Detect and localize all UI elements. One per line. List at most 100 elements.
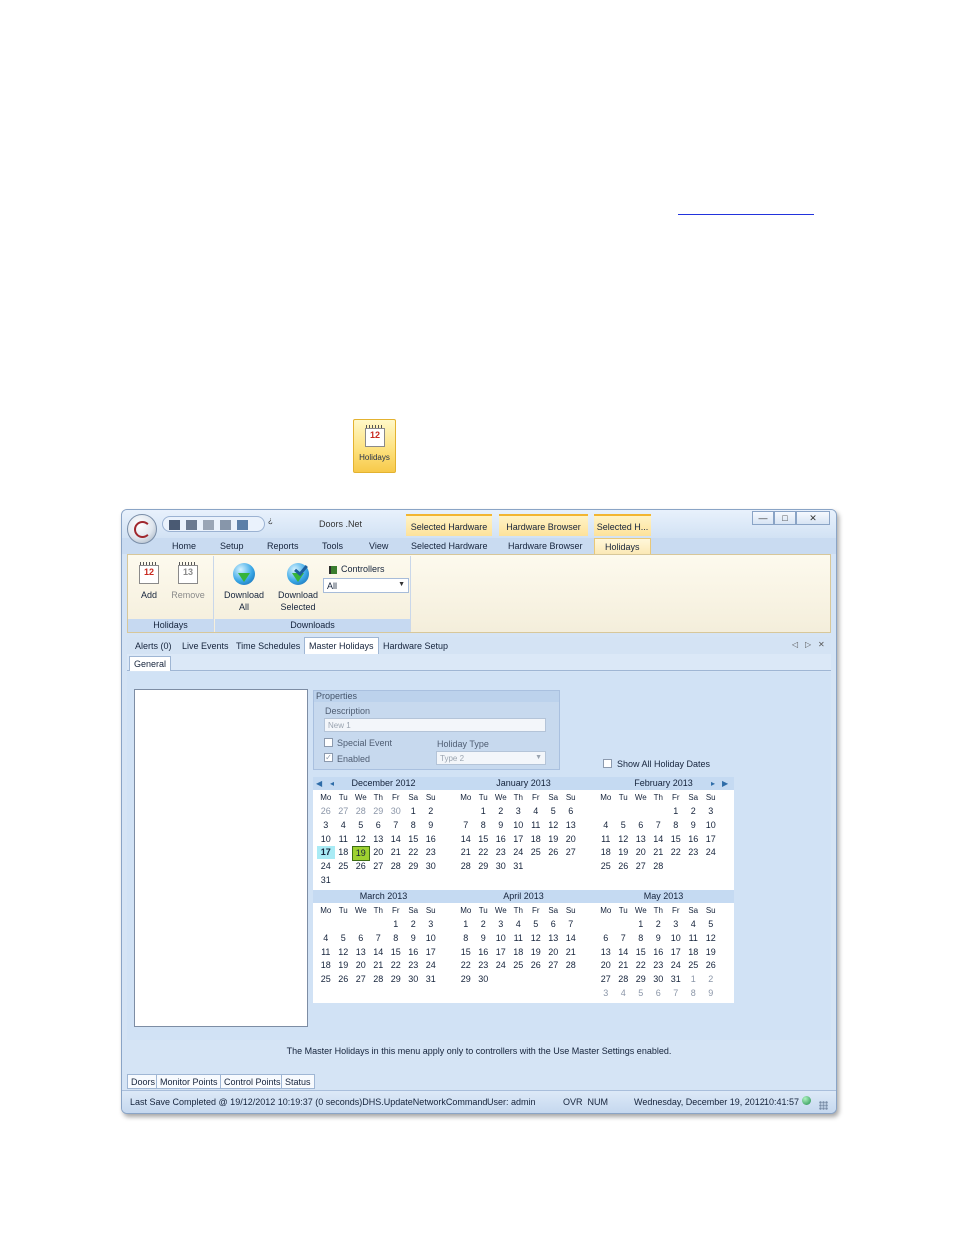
calendar-day[interactable]: 8 [685,987,703,1000]
close-tab-icon[interactable]: ✕ [818,640,825,649]
calendar-day[interactable]: 4 [685,918,703,931]
calendar-day[interactable]: 10 [702,819,720,832]
calendar-day[interactable]: 24 [702,846,720,859]
calendar-day[interactable]: 6 [352,932,370,945]
controllers-dropdown[interactable]: All ▼ [323,578,409,593]
calendar-day[interactable]: 22 [457,959,475,972]
calendar-day[interactable]: 5 [632,987,650,1000]
calendar-day[interactable]: 17 [422,946,440,959]
calendar-day[interactable]: 9 [685,819,703,832]
calendar-day[interactable]: 29 [457,973,475,986]
remove-holiday-button[interactable]: 13 Remove [168,558,208,604]
calendar-day[interactable]: 17 [317,846,335,860]
calendar-day[interactable]: 20 [562,833,580,846]
calendar-day[interactable]: 5 [615,819,633,832]
calendar-day[interactable]: 19 [702,946,720,959]
calendar-day[interactable]: 16 [685,833,703,846]
calendar-day[interactable]: 12 [615,833,633,846]
calendar-day[interactable]: 3 [492,918,510,931]
calendar-day[interactable]: 21 [615,959,633,972]
calendar-day[interactable]: 19 [545,833,563,846]
tab-hardware-setup[interactable]: Hardware Setup [383,641,448,651]
calendar-day[interactable]: 11 [510,932,528,945]
calendar-day[interactable]: 8 [387,932,405,945]
calendar-day[interactable]: 25 [685,959,703,972]
calendar-day[interactable]: 1 [667,805,685,818]
download-all-button[interactable]: Download All [219,558,269,616]
application-orb-button[interactable] [127,514,157,544]
calendar-day[interactable]: 12 [335,946,353,959]
calendar-day[interactable]: 17 [510,833,528,846]
special-event-checkbox[interactable] [324,738,333,747]
calendar-day[interactable]: 10 [667,932,685,945]
calendar-day[interactable]: 24 [317,860,335,873]
calendar-day[interactable]: 28 [615,973,633,986]
calendar-day[interactable]: 13 [545,932,563,945]
calendar-day[interactable]: 28 [387,860,405,873]
calendar-day[interactable]: 20 [632,846,650,859]
calendar-day[interactable]: 30 [475,973,493,986]
calendar-day[interactable]: 21 [387,846,405,859]
calendar-day[interactable]: 6 [562,805,580,818]
calendar-day[interactable]: 24 [667,959,685,972]
calendar-day[interactable]: 27 [545,959,563,972]
tab-selected-hardware[interactable]: Selected Hardware [411,541,488,551]
tab-control-points[interactable]: Control Points [220,1074,285,1089]
calendar-day[interactable]: 13 [562,819,580,832]
calendar-day[interactable]: 26 [335,973,353,986]
calendar-day[interactable]: 7 [562,918,580,931]
calendar-day[interactable]: 24 [510,846,528,859]
calendar-day[interactable]: 15 [387,946,405,959]
calendar-day[interactable]: 6 [545,918,563,931]
calendar-day[interactable]: 7 [650,819,668,832]
calendar-day[interactable]: 17 [667,946,685,959]
calendar-day[interactable]: 11 [335,833,353,846]
calendar-day[interactable]: 4 [615,987,633,1000]
calendar-day[interactable]: 23 [422,846,440,859]
calendar-day[interactable]: 7 [667,987,685,1000]
calendar-day[interactable]: 5 [545,805,563,818]
calendar-day[interactable]: 25 [597,860,615,873]
calendar-day[interactable]: 2 [702,973,720,986]
enabled-checkbox[interactable]: ✓ [324,753,333,762]
document-link[interactable] [678,203,814,215]
calendar-day[interactable]: 23 [685,846,703,859]
calendar-day[interactable]: 3 [510,805,528,818]
calendar-day[interactable]: 22 [632,959,650,972]
tab-general[interactable]: General [129,656,172,671]
calendar-day[interactable]: 10 [422,932,440,945]
calendar-day[interactable]: 31 [510,860,528,873]
calendar-day[interactable]: 21 [562,946,580,959]
calendar-day[interactable]: 23 [650,959,668,972]
calendar-day[interactable]: 15 [632,946,650,959]
calendar-day[interactable]: 23 [475,959,493,972]
calendar-day[interactable]: 12 [527,932,545,945]
calendar-day[interactable]: 18 [597,846,615,859]
calendar-prev-year-icon[interactable]: ◀ [316,779,322,788]
calendar-day[interactable]: 16 [650,946,668,959]
calendar-day[interactable]: 31 [317,874,335,887]
calendar-day[interactable]: 2 [650,918,668,931]
tab-view[interactable]: View [369,541,388,551]
calendar-day[interactable]: 4 [510,918,528,931]
calendar-day[interactable]: 14 [387,833,405,846]
calendar-day[interactable]: 11 [685,932,703,945]
calendar-day[interactable]: 3 [317,819,335,832]
calendar-day[interactable]: 30 [492,860,510,873]
tab-alerts[interactable]: Alerts (0) [135,641,172,651]
calendar-day[interactable]: 2 [405,918,423,931]
calendar-day[interactable]: 6 [370,819,388,832]
calendar-day[interactable]: 22 [475,846,493,859]
calendar-day[interactable]: 1 [685,973,703,986]
calendar-day[interactable]: 25 [317,973,335,986]
calendar-day[interactable]: 3 [702,805,720,818]
calendar-day[interactable]: 17 [492,946,510,959]
calendar-day[interactable]: 11 [597,833,615,846]
tab-live-events[interactable]: Live Events [182,641,229,651]
calendar-day[interactable]: 7 [370,932,388,945]
calendar-day[interactable]: 1 [405,805,423,818]
calendar-day[interactable]: 15 [475,833,493,846]
calendar-day[interactable]: 2 [492,805,510,818]
calendar-day[interactable]: 16 [422,833,440,846]
calendar-day[interactable]: 11 [317,946,335,959]
